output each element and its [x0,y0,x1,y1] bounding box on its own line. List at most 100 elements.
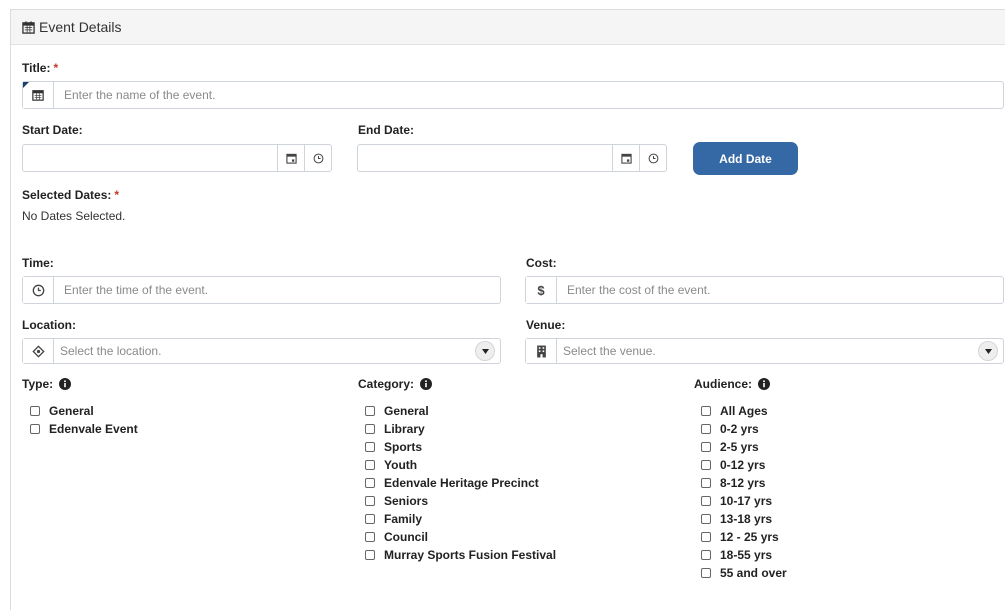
checkbox[interactable] [365,460,375,470]
end-date-time-button[interactable] [639,145,666,171]
checkbox[interactable] [701,424,711,434]
panel-header: Event Details [11,10,1005,45]
venue-select[interactable]: Select the venue. [525,338,1004,364]
title-label-text: Title: [22,61,51,75]
audience-option[interactable]: 18-55 yrs [701,546,787,564]
option-label: 12 - 25 yrs [720,530,779,544]
category-option[interactable]: Sports [365,438,556,456]
checkbox[interactable] [701,514,711,524]
type-label-text: Type: [22,377,54,391]
end-date-calendar-button[interactable] [612,145,639,171]
option-label: 0-2 yrs [720,422,759,436]
option-label: 0-12 yrs [720,458,766,472]
start-date-time-button[interactable] [304,145,331,171]
location-select[interactable]: Select the location. [22,338,501,364]
venue-select-placeholder: Select the venue. [563,344,656,358]
category-option[interactable]: General [365,402,556,420]
checkbox[interactable] [365,550,375,560]
category-option[interactable]: Council [365,528,556,546]
location-dropdown-toggle[interactable] [475,341,495,361]
type-label: Type: [22,377,72,391]
selected-dates-empty-text: No Dates Selected. [22,209,126,223]
info-icon[interactable] [758,378,771,390]
category-options: General Library Sports Youth Edenvale He… [365,402,556,564]
cost-field: $ [525,276,1004,304]
start-date-label: Start Date: [22,123,83,137]
checkbox[interactable] [701,442,711,452]
checkbox[interactable] [30,406,40,416]
category-option[interactable]: Murray Sports Fusion Festival [365,546,556,564]
selected-dates-label: Selected Dates: * [22,188,119,202]
option-label: 10-17 yrs [720,494,773,508]
checkbox[interactable] [701,532,711,542]
calendar-icon [285,153,297,164]
audience-option[interactable]: 10-17 yrs [701,492,787,510]
checkbox[interactable] [365,406,375,416]
venue-label: Venue: [526,318,566,332]
end-date-input[interactable] [358,145,612,171]
checkbox[interactable] [701,568,711,578]
option-label: 18-55 yrs [720,548,773,562]
type-option-general[interactable]: General [30,402,138,420]
venue-addon [526,339,557,363]
checkbox[interactable] [701,496,711,506]
time-label: Time: [22,256,54,270]
title-input[interactable] [54,82,1003,108]
category-option[interactable]: Family [365,510,556,528]
checkbox[interactable] [701,478,711,488]
checkbox[interactable] [701,460,711,470]
category-option[interactable]: Youth [365,456,556,474]
checkbox[interactable] [365,478,375,488]
checkbox[interactable] [30,424,40,434]
audience-option[interactable]: 13-18 yrs [701,510,787,528]
crosshair-icon [31,344,45,358]
venue-dropdown-toggle[interactable] [978,341,998,361]
category-label: Category: [358,377,433,391]
location-label: Location: [22,318,76,332]
audience-label-text: Audience: [694,377,753,391]
category-option[interactable]: Edenvale Heritage Precinct [365,474,556,492]
audience-options: All Ages 0-2 yrs 2-5 yrs 0-12 yrs 8-12 y… [701,402,787,582]
audience-option[interactable]: 55 and over [701,564,787,582]
option-label: Sports [384,440,423,454]
category-option[interactable]: Seniors [365,492,556,510]
audience-option[interactable]: 12 - 25 yrs [701,528,787,546]
type-option-edenvale-event[interactable]: Edenvale Event [30,420,138,438]
calendar-icon [22,20,35,34]
checkbox[interactable] [701,550,711,560]
option-label: 55 and over [720,566,787,580]
info-icon[interactable] [420,378,433,390]
info-icon[interactable] [59,378,72,390]
audience-label: Audience: [694,377,771,391]
option-label: All Ages [720,404,768,418]
end-date-field [357,144,667,172]
selected-dates-label-text: Selected Dates: [22,188,112,202]
checkbox[interactable] [365,442,375,452]
checkbox[interactable] [365,514,375,524]
audience-option[interactable]: All Ages [701,402,787,420]
audience-option[interactable]: 8-12 yrs [701,474,787,492]
title-label: Title: * [22,61,58,75]
caret-down-icon [481,348,489,354]
checkbox[interactable] [365,532,375,542]
audience-option[interactable]: 0-2 yrs [701,420,787,438]
start-date-calendar-button[interactable] [277,145,304,171]
dollar-icon: $ [526,277,557,303]
end-date-label: End Date: [358,123,415,137]
panel-title: Event Details [39,19,122,35]
category-option[interactable]: Library [365,420,556,438]
calendar-icon [620,153,632,164]
type-options: General Edenvale Event [30,402,138,438]
time-input[interactable] [54,277,500,303]
cost-input[interactable] [557,277,1003,303]
start-date-input[interactable] [23,145,277,171]
checkbox[interactable] [701,406,711,416]
audience-option[interactable]: 0-12 yrs [701,456,787,474]
required-marker: * [114,188,120,202]
audience-option[interactable]: 2-5 yrs [701,438,787,456]
checkbox[interactable] [365,424,375,434]
option-label: Council [384,530,428,544]
add-date-button[interactable]: Add Date [693,142,798,175]
location-addon [23,339,54,363]
checkbox[interactable] [365,496,375,506]
